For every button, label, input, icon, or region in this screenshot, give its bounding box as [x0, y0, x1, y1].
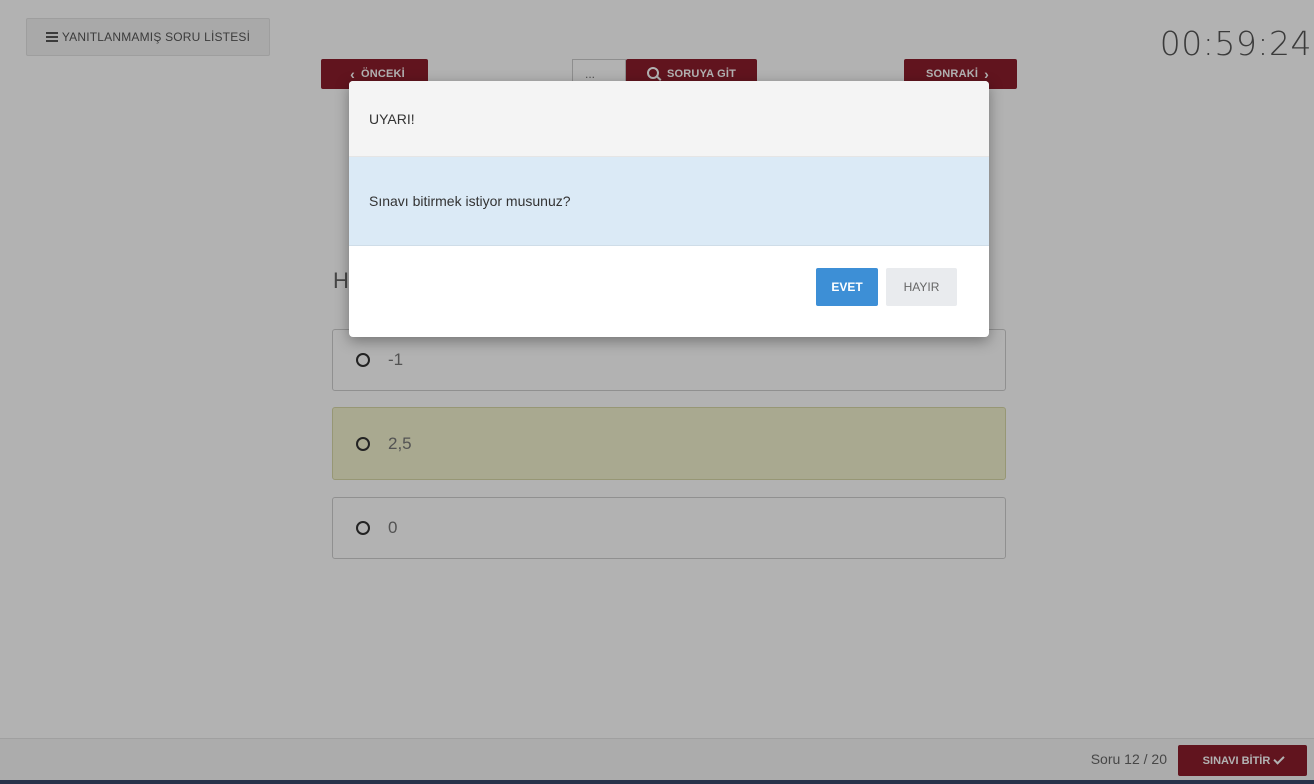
- yes-button[interactable]: EVET: [816, 268, 878, 306]
- dialog-title: UYARI!: [369, 110, 415, 127]
- exam-page: YANITLANMAMIŞ SORU LİSTESİ 00:59:24 ‹ ÖN…: [0, 0, 1314, 784]
- no-button[interactable]: HAYIR: [886, 268, 957, 306]
- dialog-message: Sınavı bitirmek istiyor musunuz?: [369, 193, 571, 209]
- dialog-body: Sınavı bitirmek istiyor musunuz?: [349, 157, 989, 246]
- dialog-header: UYARI!: [349, 81, 989, 157]
- confirm-dialog: UYARI! Sınavı bitirmek istiyor musunuz? …: [349, 81, 989, 337]
- dialog-footer: EVET HAYIR: [349, 246, 989, 337]
